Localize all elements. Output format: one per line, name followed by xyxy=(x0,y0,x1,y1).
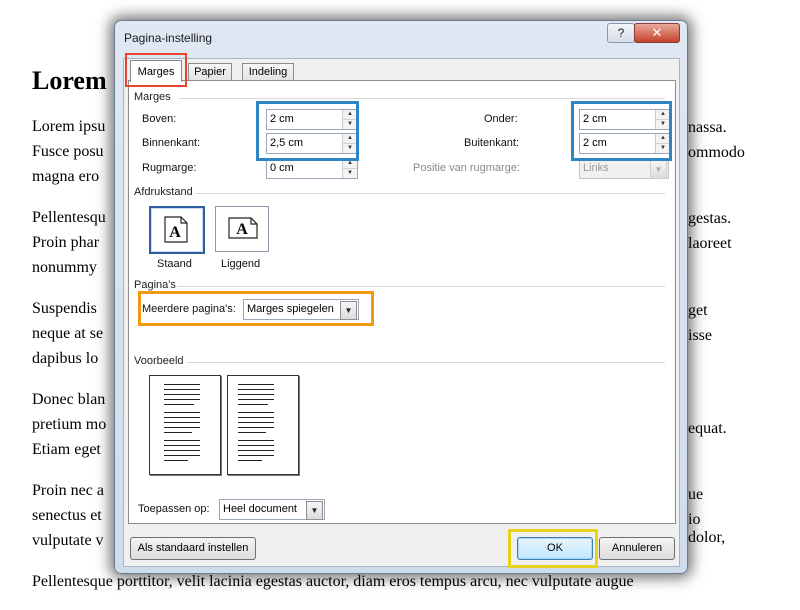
text-fragment: laoreet xyxy=(688,235,732,252)
multiple-pages-select[interactable]: Marges spiegelen ▼ xyxy=(243,299,359,320)
chevron-down-icon: ▼ xyxy=(650,160,667,179)
divider xyxy=(179,98,665,99)
divider xyxy=(187,362,665,363)
text-fragment: nassa. xyxy=(688,119,727,136)
spin-up-icon[interactable]: ▲ xyxy=(343,110,357,120)
apply-to-value: Heel document xyxy=(223,503,297,515)
dialog-titlebar[interactable]: Pagina-instelling ? ✕ xyxy=(115,21,687,49)
spin-up-icon[interactable]: ▲ xyxy=(656,134,670,144)
tab-marges[interactable]: Marges xyxy=(130,60,182,82)
preview-right-page xyxy=(227,375,299,475)
divider xyxy=(195,193,665,194)
landscape-button[interactable]: A xyxy=(215,206,269,252)
spin-down-icon[interactable]: ▼ xyxy=(343,144,357,153)
tab-papier[interactable]: Papier xyxy=(188,63,232,81)
ok-button[interactable]: OK xyxy=(517,537,593,560)
cancel-button[interactable]: Annuleren xyxy=(599,537,675,560)
bottom-margin-value: 2 cm xyxy=(583,113,607,125)
gutter-label: Rugmarge: xyxy=(142,162,197,174)
text-fragment: get xyxy=(688,302,708,319)
gutter-value: 0 cm xyxy=(270,162,294,174)
close-button[interactable]: ✕ xyxy=(634,23,680,43)
gutter-position-select[interactable]: Links ▼ xyxy=(579,158,669,179)
outside-margin-spinner[interactable]: 2 cm ▲ ▼ xyxy=(579,133,671,154)
page-setup-dialog: Pagina-instelling ? ✕ Marges Papier Inde… xyxy=(114,20,688,574)
preview-left-page xyxy=(149,375,221,475)
section-orientation: Afdrukstand xyxy=(134,186,193,198)
divider xyxy=(177,286,665,287)
portrait-label: Staand xyxy=(157,258,192,270)
spin-up-icon[interactable]: ▲ xyxy=(343,159,357,169)
multiple-pages-value: Marges spiegelen xyxy=(247,303,334,315)
landscape-label: Liggend xyxy=(221,258,261,270)
top-margin-label: Boven: xyxy=(142,113,177,125)
apply-to-label: Toepassen op: xyxy=(138,503,210,515)
portrait-button[interactable]: A xyxy=(149,206,205,254)
text-fragment: gestas. xyxy=(688,210,732,227)
spin-down-icon[interactable]: ▼ xyxy=(656,144,670,153)
text-fragment: ue xyxy=(688,486,704,503)
landscape-page-icon: A xyxy=(228,217,258,239)
chevron-down-icon: ▼ xyxy=(306,501,323,520)
inside-margin-spinner[interactable]: 2,5 cm ▲ ▼ xyxy=(266,133,358,154)
text-fragment: isse xyxy=(688,327,712,344)
section-margins: Marges xyxy=(134,91,171,103)
tab-panel-marges: Marges Boven: 2 cm ▲ ▼ Binnenkant: 2,5 cm… xyxy=(128,80,676,524)
top-margin-value: 2 cm xyxy=(270,113,294,125)
dialog-client-area: Marges Papier Indeling Marges Boven: 2 c… xyxy=(123,58,680,567)
spin-down-icon[interactable]: ▼ xyxy=(656,120,670,129)
gutter-position-value: Links xyxy=(583,162,609,174)
chevron-down-icon: ▼ xyxy=(340,301,357,320)
gutter-position-label: Positie van rugmarge: xyxy=(413,162,520,174)
spin-up-icon[interactable]: ▲ xyxy=(656,110,670,120)
spin-down-icon[interactable]: ▼ xyxy=(343,120,357,129)
dialog-title: Pagina-instelling xyxy=(124,31,213,45)
spin-down-icon[interactable]: ▼ xyxy=(343,169,357,178)
multiple-pages-label: Meerdere pagina's: xyxy=(142,303,236,315)
inside-margin-label: Binnenkant: xyxy=(142,137,201,149)
outside-margin-label: Buitenkant: xyxy=(464,137,520,149)
section-preview: Voorbeeld xyxy=(134,355,184,367)
portrait-page-icon: A xyxy=(164,216,188,243)
svg-text:A: A xyxy=(236,221,248,238)
gutter-spinner[interactable]: 0 cm ▲ ▼ xyxy=(266,158,358,179)
top-margin-spinner[interactable]: 2 cm ▲ ▼ xyxy=(266,109,358,130)
tab-indeling[interactable]: Indeling xyxy=(242,63,294,81)
bottom-margin-label: Onder: xyxy=(484,113,518,125)
set-as-default-button[interactable]: Als standaard instellen xyxy=(130,537,256,560)
text-fragment: equat. xyxy=(688,420,727,437)
help-button[interactable]: ? xyxy=(607,23,635,43)
text-fragment: io dolor, xyxy=(688,511,726,546)
inside-margin-value: 2,5 cm xyxy=(270,137,304,149)
text-fragment: ommodo xyxy=(688,144,745,161)
outside-margin-value: 2 cm xyxy=(583,137,607,149)
spin-up-icon[interactable]: ▲ xyxy=(343,134,357,144)
section-pages: Pagina's xyxy=(134,279,176,291)
bottom-margin-spinner[interactable]: 2 cm ▲ ▼ xyxy=(579,109,671,130)
apply-to-select[interactable]: Heel document ▼ xyxy=(219,499,325,520)
svg-text:A: A xyxy=(169,224,181,241)
